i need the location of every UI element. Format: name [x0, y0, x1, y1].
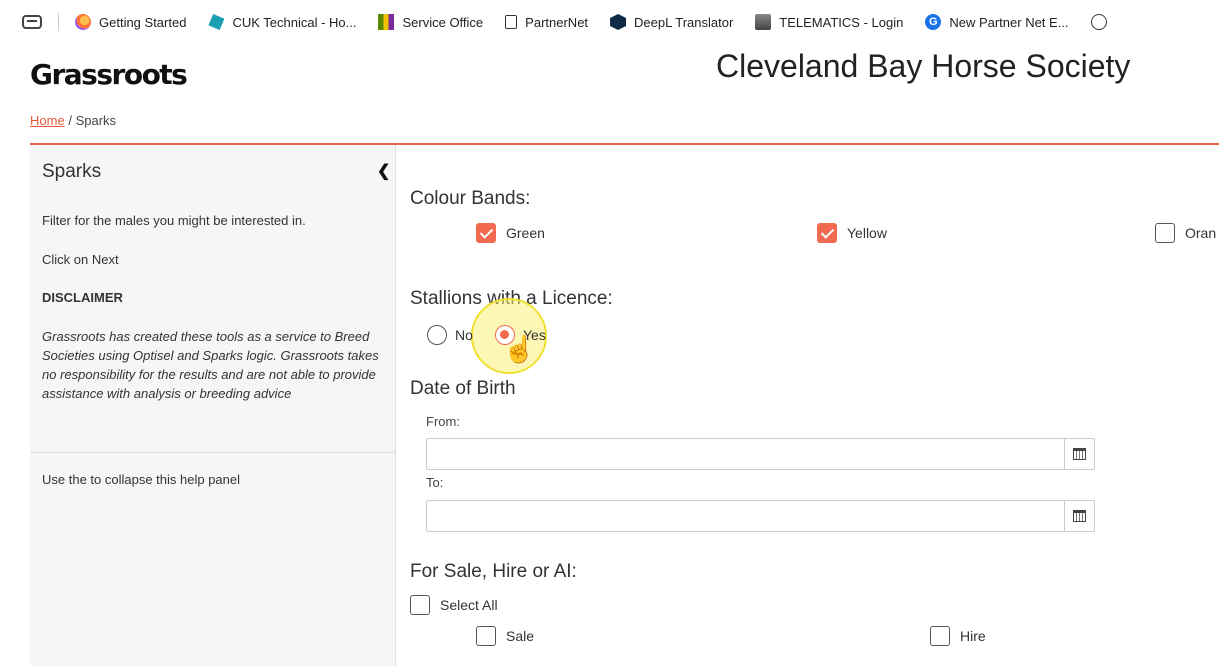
checkbox-unchecked-icon [476, 626, 496, 646]
g-icon: G [925, 14, 942, 30]
sale-title: For Sale, Hire or AI: [410, 561, 577, 582]
help-divider [30, 452, 396, 453]
bookmark-label: Service Office [402, 14, 484, 30]
help-panel-title: Sparks [42, 161, 102, 182]
telematics-icon [755, 14, 772, 30]
bookmark-label: CUK Technical - Ho... [232, 14, 357, 30]
breadcrumb-current: Sparks [75, 113, 117, 128]
breadcrumb-separator: / [68, 113, 72, 128]
checkbox-checked-icon [817, 223, 837, 243]
checkbox-label: Green [506, 225, 545, 241]
radio-unselected-icon [427, 325, 447, 345]
dob-to-input[interactable] [426, 500, 1095, 532]
colour-band-yellow-checkbox[interactable]: Yellow [817, 223, 887, 243]
dob-to-label: To: [426, 475, 444, 490]
checkbox-label: Select All [440, 597, 498, 613]
breadcrumb-home-link[interactable]: Home [30, 113, 65, 128]
colour-bands-title: Colour Bands: [410, 188, 531, 209]
colour-band-orange-checkbox[interactable]: Oran [1155, 223, 1216, 243]
checkbox-unchecked-icon [930, 626, 950, 646]
dob-from-calendar-button[interactable] [1064, 439, 1094, 469]
bookmark-cuk-technical[interactable]: CUK Technical - Ho... [208, 14, 356, 30]
deepl-icon [610, 14, 627, 30]
document-icon [505, 15, 518, 29]
checkbox-label: Sale [506, 628, 535, 644]
service-office-icon [378, 14, 395, 30]
bookmark-globe[interactable] [1090, 14, 1115, 30]
globe-icon [1090, 14, 1107, 30]
checkbox-unchecked-icon [410, 595, 430, 615]
bookmark-service-office[interactable]: Service Office [378, 14, 483, 30]
hand-pointer-icon: ☝ [503, 334, 536, 364]
collapse-chevron-icon[interactable]: ❮ [377, 161, 390, 181]
licence-no-radio[interactable]: No [427, 325, 473, 345]
calendar-icon [1073, 448, 1086, 460]
sale-checkbox[interactable]: Sale [476, 626, 534, 646]
checkbox-checked-icon [476, 223, 496, 243]
bookmark-telematics[interactable]: TELEMATICS - Login [755, 14, 903, 30]
bookmark-getting-started[interactable]: Getting Started [75, 14, 186, 30]
firefox-icon [75, 14, 91, 30]
bookmark-label: New Partner Net E... [949, 14, 1069, 30]
radio-label: No [455, 327, 473, 343]
bookmark-partnernet[interactable]: PartnerNet [505, 15, 588, 30]
breadcrumb: Home / Sparks [30, 113, 116, 128]
bookmarks-separator [58, 13, 59, 31]
dob-from-label: From: [426, 414, 460, 429]
help-panel: Sparks ❮ Filter for the males you might … [30, 145, 396, 666]
calendar-icon [1073, 510, 1086, 522]
collapse-hint: Use the to collapse this help panel [42, 472, 241, 487]
bookmark-label: TELEMATICS - Login [779, 14, 904, 30]
checkbox-label: Oran [1185, 225, 1217, 241]
bookmark-label: Getting Started [99, 14, 187, 30]
bookmark-deepl[interactable]: DeepL Translator [610, 14, 733, 30]
cuk-icon [208, 14, 225, 30]
colour-band-green-checkbox[interactable]: Green [476, 223, 545, 243]
checkbox-label: Yellow [847, 225, 887, 241]
tab-list-icon[interactable] [22, 15, 42, 29]
site-logo[interactable]: Grassroots [30, 58, 188, 91]
bookmark-label: DeepL Translator [634, 14, 734, 30]
help-intro: Filter for the males you might be intere… [42, 213, 306, 228]
dob-from-input[interactable] [426, 438, 1095, 470]
bookmarks-bar: Getting Started CUK Technical - Ho... Se… [0, 0, 1219, 44]
society-name: Cleveland Bay Horse Society [716, 48, 1131, 84]
checkbox-unchecked-icon [1155, 223, 1175, 243]
dob-to-calendar-button[interactable] [1064, 501, 1094, 531]
checkbox-label: Hire [960, 628, 986, 644]
select-all-checkbox[interactable]: Select All [410, 595, 498, 615]
hire-checkbox[interactable]: Hire [930, 626, 986, 646]
help-next-hint: Click on Next [42, 252, 119, 267]
bookmark-new-partner-net[interactable]: G New Partner Net E... [925, 14, 1069, 30]
disclaimer-text: Grassroots has created these tools as a … [42, 329, 379, 401]
bookmark-label: PartnerNet [525, 14, 589, 30]
disclaimer-heading: DISCLAIMER [42, 290, 123, 305]
dob-title: Date of Birth [410, 378, 516, 399]
